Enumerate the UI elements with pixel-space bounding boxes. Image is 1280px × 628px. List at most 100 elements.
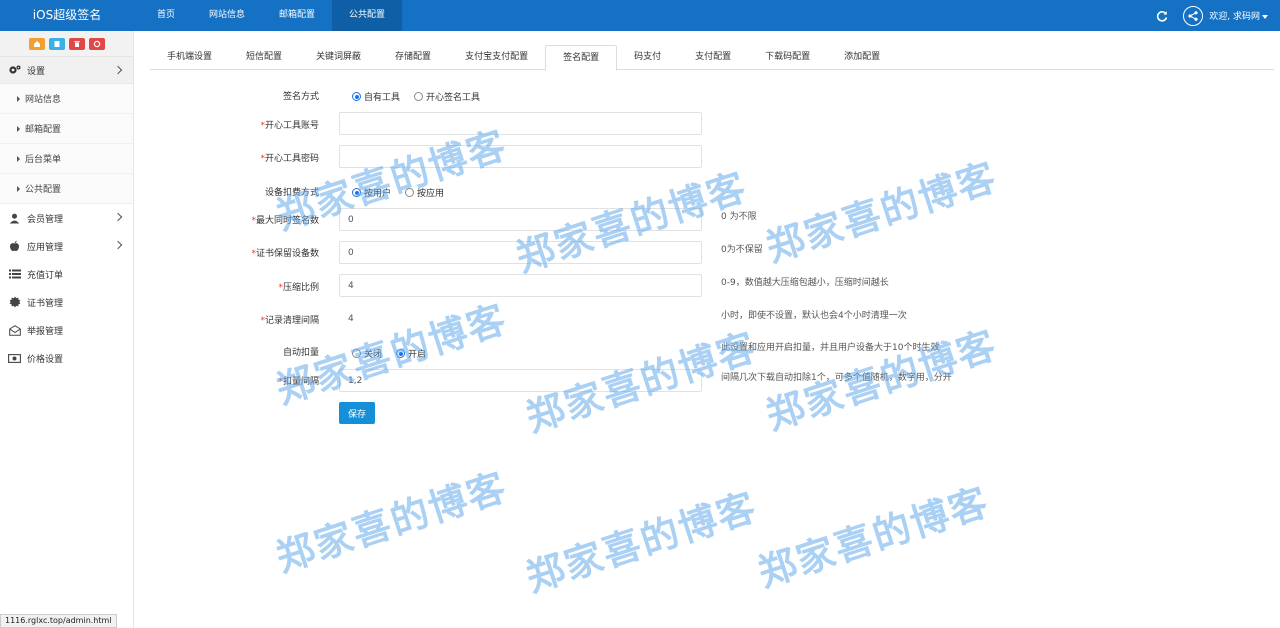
sidebar-item-apps[interactable]: 应用管理: [0, 232, 133, 260]
compress-label: *压缩比例: [278, 280, 319, 293]
label-text: 压缩比例: [282, 283, 319, 293]
sidebar-sub-site-info[interactable]: 网站信息: [0, 84, 133, 114]
max-sign-label: *最大同时签名数: [251, 213, 319, 226]
deduct-interval-hint: 间隔几次下载自动扣除1个，可多个值随机，数字用，分开: [721, 373, 952, 383]
nav-site-info[interactable]: 网站信息: [192, 0, 262, 31]
recycle-icon[interactable]: [88, 37, 105, 50]
caret-down-icon: [1262, 14, 1268, 19]
radio-label: 按应用: [417, 189, 445, 199]
list-icon: [8, 268, 21, 281]
radio-dot: [414, 92, 424, 101]
cleanup-hint: 小时，即使不设置，默认也会4个小时清理一次: [721, 311, 907, 321]
cert-keep-input[interactable]: [339, 241, 702, 264]
max-sign-hint: 0 为不限: [721, 212, 757, 222]
tab-keyword-block[interactable]: 关键词屏蔽: [299, 45, 378, 70]
radio-on[interactable]: 开启: [396, 347, 426, 360]
radio-dot: [352, 188, 361, 197]
cert-keep-label: *证书保留设备数: [251, 246, 319, 259]
chevron-right-icon: [113, 65, 123, 75]
save-button[interactable]: 保存: [339, 402, 375, 424]
tab-mobile-settings[interactable]: 手机端设置: [150, 45, 229, 70]
deduct-interval-label: *扣量间隔: [278, 374, 319, 387]
deduct-interval-input[interactable]: [339, 369, 702, 392]
share-logo-icon: [1183, 5, 1204, 26]
sidebar-item-label: 设置: [27, 66, 46, 77]
sidebar-item-settings[interactable]: 设置: [0, 57, 133, 84]
sidebar-sub-label: 后台菜单: [25, 155, 62, 165]
chevron-right-icon: [113, 240, 123, 250]
top-bar: iOS超级签名 首页 网站信息 邮箱配置 公共配置 欢迎, 求码网: [0, 0, 1280, 31]
sidebar-item-label: 价格设置: [27, 354, 64, 365]
sidebar-item-certs[interactable]: 证书管理: [0, 288, 133, 316]
max-sign-input[interactable]: [339, 208, 702, 231]
compress-hint: 0-9，数值越大压缩包越小，压缩时间越长: [721, 278, 889, 288]
sidebar-item-label: 举报管理: [27, 326, 64, 337]
sidebar-item-orders[interactable]: 充值订单: [0, 260, 133, 288]
caret-right-icon: [17, 155, 20, 162]
radio-off[interactable]: 关闭: [352, 347, 382, 360]
tab-sign-config[interactable]: 签名配置: [545, 45, 618, 71]
refresh-icon[interactable]: [1155, 9, 1169, 23]
sidebar-item-label: 应用管理: [27, 242, 64, 253]
money-icon: [8, 352, 21, 365]
tab-alipay-config[interactable]: 支付宝支付配置: [448, 45, 545, 70]
caret-right-icon: [17, 95, 20, 102]
caret-right-icon: [17, 125, 20, 132]
sidebar-sub-label: 网站信息: [25, 95, 62, 105]
sidebar-sub-admin-menu[interactable]: 后台菜单: [0, 144, 133, 174]
label-text: 扣量间隔: [282, 377, 319, 387]
kx-account-input[interactable]: [339, 112, 702, 135]
label-text: 开心工具账号: [264, 121, 319, 131]
radio-by-app[interactable]: 按应用: [405, 186, 444, 199]
tab-download-code-config[interactable]: 下载码配置: [748, 45, 827, 70]
tab-storage-config[interactable]: 存储配置: [378, 45, 448, 70]
radio-dot: [352, 92, 361, 101]
sidebar-sub-label: 公共配置: [25, 185, 62, 195]
nav-home[interactable]: 首页: [140, 0, 192, 31]
radio-label: 开启: [408, 350, 427, 360]
label-text: 记录清理间隔: [264, 316, 319, 326]
sidebar-item-label: 证书管理: [27, 298, 64, 309]
welcome-text: 欢迎, 求码网: [1209, 12, 1260, 22]
radio-by-user[interactable]: 按用户: [352, 186, 391, 199]
kx-account-label: *开心工具账号: [260, 118, 319, 131]
radio-label: 自有工具: [364, 93, 401, 103]
tab-code-pay[interactable]: 码支付: [617, 45, 678, 70]
sign-method-label: 签名方式: [282, 92, 319, 102]
sidebar-sub-mail-config[interactable]: 邮箱配置: [0, 114, 133, 144]
top-right-area: 欢迎, 求码网: [1155, 0, 1280, 31]
deduct-method-label: 设备扣费方式: [264, 188, 319, 198]
document-icon[interactable]: [48, 37, 65, 50]
mail-icon: [8, 324, 21, 337]
deduct-method-radios: 按用户 按应用: [352, 186, 458, 199]
trash-icon[interactable]: [68, 37, 85, 50]
sidebar-item-pricing[interactable]: 价格设置: [0, 344, 133, 372]
radio-own-tool[interactable]: 自有工具: [352, 90, 400, 103]
tab-sms-config[interactable]: 短信配置: [229, 45, 299, 70]
user-menu[interactable]: 欢迎, 求码网: [1209, 9, 1268, 22]
sidebar-sub-label: 邮箱配置: [25, 125, 62, 135]
sidebar-sub-public-config[interactable]: 公共配置: [0, 174, 133, 204]
sidebar-item-reports[interactable]: 举报管理: [0, 316, 133, 344]
sidebar-item-label: 会员管理: [27, 214, 64, 225]
label-text: 最大同时签名数: [255, 216, 319, 226]
label-text: 证书保留设备数: [255, 249, 319, 259]
tab-pay-config[interactable]: 支付配置: [678, 45, 748, 70]
kx-password-input[interactable]: [339, 145, 702, 168]
cert-icon: [8, 296, 21, 309]
caret-right-icon: [17, 185, 20, 192]
nav-public-config[interactable]: 公共配置: [332, 0, 403, 31]
radio-kx-tool[interactable]: 开心签名工具: [414, 90, 480, 103]
sidebar-item-members[interactable]: 会员管理: [0, 204, 133, 232]
brand-title: iOS超级签名: [32, 8, 102, 22]
watermark: 郑家喜的博客: [520, 484, 763, 601]
nav-mail-config[interactable]: 邮箱配置: [262, 0, 332, 31]
compress-input[interactable]: [339, 274, 702, 297]
config-tabs: 手机端设置 短信配置 关键词屏蔽 存储配置 支付宝支付配置 签名配置 码支付 支…: [150, 45, 1274, 71]
sidebar-toolbar: [0, 31, 133, 57]
home-icon[interactable]: [28, 37, 45, 50]
sidebar: 设置 网站信息 邮箱配置 后台菜单 公共配置 会员管理 应用管理 充值订单 证书…: [0, 31, 134, 628]
radio-dot: [405, 188, 415, 197]
cleanup-input[interactable]: [339, 307, 702, 330]
tab-add-config[interactable]: 添加配置: [827, 45, 897, 70]
